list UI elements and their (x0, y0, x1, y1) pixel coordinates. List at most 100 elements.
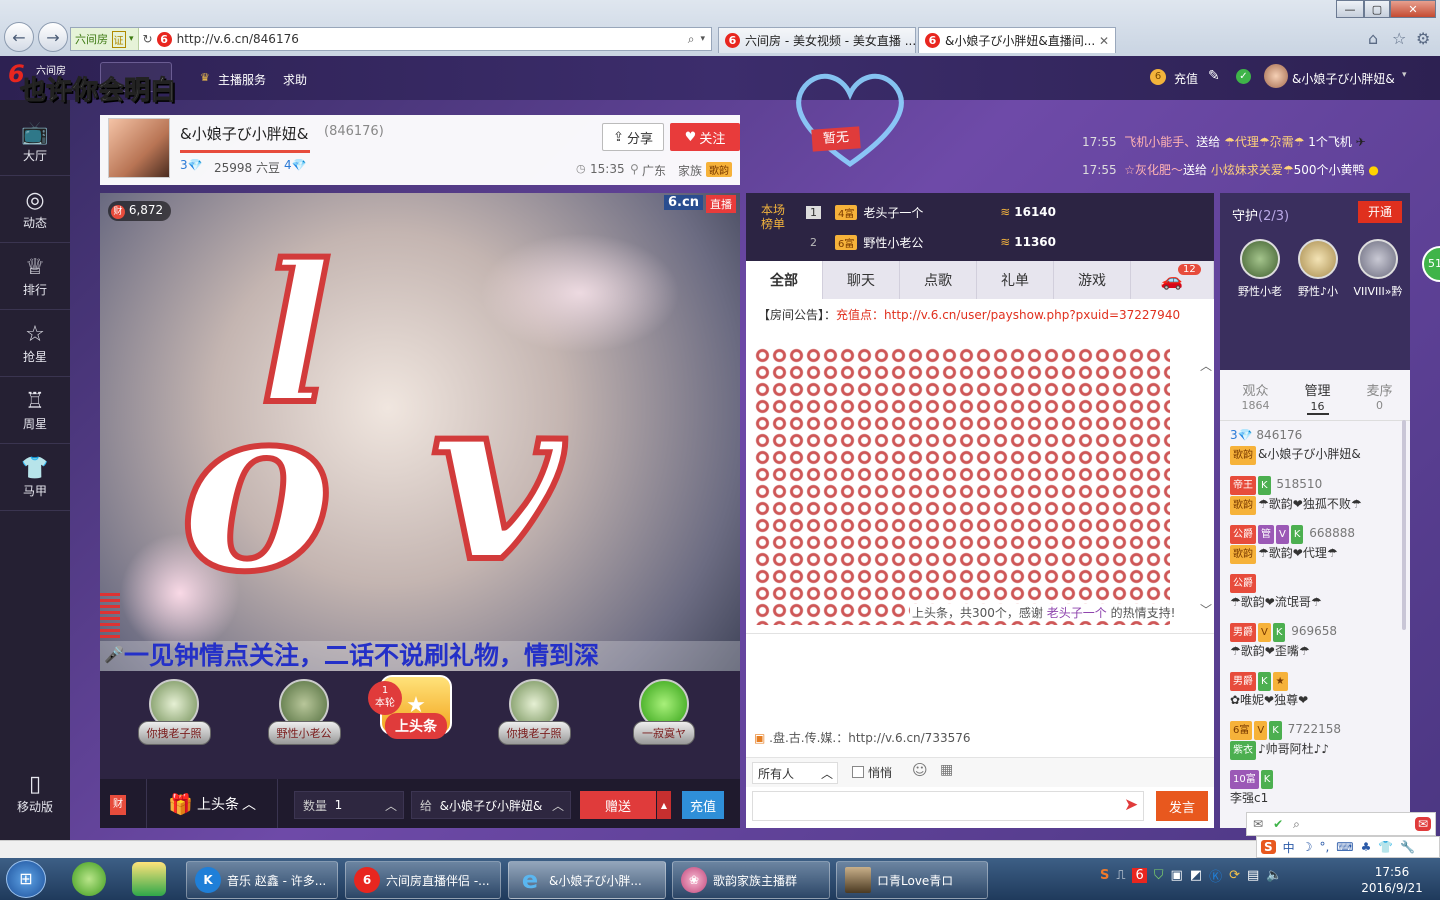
scroll-down-icon[interactable]: ﹀ (1200, 601, 1212, 618)
app-tray-icon[interactable]: ▣ (1171, 868, 1183, 883)
user-row[interactable]: 公爵管 V K 668888 歌韵 ☂歌韵❤代理☂ (1230, 524, 1355, 564)
nav-item-hall[interactable]: 📺 大厅 (0, 110, 70, 176)
taskbar-item-ie[interactable]: e &小娘子び小胖... (508, 861, 666, 899)
gift-item[interactable]: 野性小老公 (260, 679, 348, 745)
scrollbar[interactable] (1402, 420, 1406, 630)
video-player[interactable]: l o v 财 6,872 6.cn 直播 🎤 一见钟情点关注，二话不说刷礼物，… (100, 193, 740, 671)
back-button[interactable]: ← (4, 22, 34, 52)
user-row[interactable]: 公爵 ☂歌韵❤流氓哥☂ (1230, 573, 1322, 612)
settings-gear-icon[interactable]: ⚙ (1416, 29, 1430, 48)
maximize-button[interactable]: ▢ (1364, 0, 1390, 18)
quantity-field[interactable]: 数量 1 ︿ (294, 791, 404, 819)
emoji-icon[interactable]: ☺ (912, 761, 928, 779)
dropdown-icon[interactable]: ▾ (700, 34, 705, 44)
sogou-icon[interactable]: S (1261, 840, 1276, 854)
wrench-icon[interactable]: 🔧 (1400, 840, 1415, 854)
edit-icon[interactable]: ✎ (1208, 68, 1220, 84)
browser-tab-2[interactable]: 6 &小娘子び小胖妞&直播间... ✕ (918, 27, 1116, 53)
chevron-down-icon[interactable]: ▾ (129, 34, 134, 44)
tab-gift-list[interactable]: 礼单 (977, 261, 1054, 299)
open-guard-button[interactable]: 开通 (1358, 201, 1402, 223)
refresh-icon[interactable]: ↻ (143, 32, 153, 46)
tab-close-icon[interactable]: ✕ (1099, 34, 1109, 48)
mail-icon[interactable]: ✉ (1253, 817, 1263, 831)
favorites-star-icon[interactable]: ☆ (1392, 29, 1406, 48)
tab-songs[interactable]: 点歌 (900, 261, 977, 299)
minimize-button[interactable]: — (1336, 0, 1364, 18)
recharge-link[interactable]: 充值点：http://v.6.cn/user/payshow.php?pxuid… (836, 308, 1180, 322)
system-clock[interactable]: 17:56 2016/9/21 (1352, 864, 1432, 896)
gift-selector[interactable]: 🎁 上头条 ︿ (146, 779, 278, 828)
microphone-icon[interactable]: 🎤 (104, 645, 124, 664)
kugou-tray-icon[interactable]: Ⓚ (1209, 866, 1222, 885)
shirt-icon[interactable]: 👕 (1378, 840, 1393, 854)
host-avatar[interactable] (108, 118, 170, 178)
taskbar-item-qq-chat[interactable]: ロ青Love青ロ (836, 861, 988, 899)
share-button[interactable]: ⇪ 分享 (602, 123, 664, 151)
username[interactable]: &小娘子び小胖妞& (1292, 70, 1395, 87)
app-tray-icon[interactable]: ⟳ (1229, 868, 1240, 883)
chat-input[interactable] (752, 791, 1144, 821)
shield-icon[interactable]: ⛉ (1154, 868, 1164, 883)
gift-item[interactable]: 你拽老子照 (130, 679, 218, 745)
start-button[interactable]: ⊞ (6, 860, 46, 898)
send-plane-icon[interactable]: ➤ (1124, 795, 1138, 815)
pinned-app-360-icon[interactable] (72, 862, 106, 896)
app-tray-icon[interactable]: ◩ (1190, 868, 1202, 883)
close-button[interactable]: ✕ (1390, 0, 1436, 18)
broadcast-link[interactable]: ▣ .盘.古.传.媒.：http://v.6.cn/733576 (754, 729, 971, 746)
gift-item[interactable]: 你拽老子照 (490, 679, 578, 745)
volume-icon[interactable]: 🔈 (1266, 868, 1282, 883)
tab-chat[interactable]: 聊天 (823, 261, 900, 299)
forward-button[interactable]: → (38, 22, 68, 52)
moon-icon[interactable]: ☽ (1302, 840, 1313, 854)
send-message-button[interactable]: 发言 (1156, 791, 1208, 821)
nav-anchor-service[interactable]: 主播服务 (218, 71, 266, 88)
nav-item-vest[interactable]: 👕 马甲 (0, 445, 70, 511)
tab-cars[interactable]: 🚗 (1131, 261, 1214, 299)
home-icon[interactable]: ⌂ (1368, 29, 1378, 48)
wealth-button[interactable]: 财 (110, 795, 126, 815)
send-options-button[interactable]: ▲ (657, 791, 671, 819)
app-tray-icon[interactable]: ▤ (1247, 868, 1259, 883)
keyboard-icon[interactable]: ⌨ (1336, 840, 1353, 854)
user-row[interactable]: 6富 V K 7722158 紫衣 ♪帅哥阿杜♪♪ (1230, 720, 1341, 760)
rank-row[interactable]: 2 6富 野性小老公 ≋ 11360 (806, 231, 1206, 253)
user-row[interactable]: 3💎 846176 歌韵 &小娘子び小胖妞& (1230, 426, 1361, 465)
tab-admins[interactable]: 管理 16 (1286, 380, 1349, 415)
6cn-tray-icon[interactable]: 6 (1132, 868, 1147, 883)
nav-item-rank[interactable]: ♕ 排行 (0, 244, 70, 310)
user-row[interactable]: 男爵 V K 969658 ☂歌韵❤歪嘴☂ (1230, 622, 1337, 661)
skin-icon[interactable]: ♣ (1361, 840, 1372, 854)
scroll-up-icon[interactable]: ︿ (1200, 357, 1212, 374)
guard-member[interactable]: VIIVIII»黔 (1346, 239, 1410, 299)
nav-help[interactable]: 求助 (283, 71, 307, 88)
tab-all[interactable]: 全部 (746, 261, 823, 299)
recharge-link[interactable]: 充值 (1174, 70, 1198, 87)
nav-item-week-star[interactable]: ♖ 周星 (0, 378, 70, 444)
image-icon[interactable]: ▦ (940, 762, 953, 778)
guard-member[interactable]: 野性♪小 (1288, 239, 1348, 299)
family-badge[interactable]: 歌韵 (706, 162, 732, 177)
nav-item-mobile[interactable]: ▯ 移动版 (0, 760, 70, 826)
nav-item-feed[interactable]: ◎ 动态 (0, 177, 70, 243)
tab-mic-queue[interactable]: 麦序 0 (1348, 380, 1411, 412)
taskbar-item-group-chat[interactable]: ❀ 歌韵家族主播群 (672, 861, 830, 899)
gift-item[interactable]: 一寂寞ヤ (620, 679, 708, 745)
user-row[interactable]: 男爵 K ★ ✿唯妮❤独尊❤ (1230, 671, 1308, 710)
nav-item-grab-star[interactable]: ☆ 抢星 (0, 311, 70, 377)
send-gift-button[interactable]: 赠送 (580, 791, 656, 819)
url-text[interactable]: http://v.6.cn/846176 (177, 32, 688, 46)
chat-bubble-icon[interactable]: ✉ (1414, 817, 1431, 831)
sogou-tray-icon[interactable]: S (1100, 868, 1109, 883)
target-select[interactable]: 所有人 ︿ (752, 762, 838, 784)
recipient-field[interactable]: 给 &小娘子び小胖妞& ︿ (411, 791, 571, 819)
punct-icon[interactable]: °, (1319, 840, 1329, 854)
chevron-down-icon[interactable]: ▾ (1402, 70, 1407, 80)
network-icon[interactable]: ⎍ (1116, 868, 1125, 883)
check-icon[interactable]: ✔ (1273, 817, 1283, 831)
taskbar-item-music[interactable]: K 音乐 赵鑫 - 许多... (186, 861, 338, 899)
browser-tab-1[interactable]: 6 六间房 - 美女视频 - 美女直播 ... (718, 27, 916, 53)
whisper-checkbox[interactable] (852, 766, 864, 778)
address-bar[interactable]: 六间房 证 ▾ ↻ 6 http://v.6.cn/846176 ⌕ ▾ (70, 27, 712, 51)
